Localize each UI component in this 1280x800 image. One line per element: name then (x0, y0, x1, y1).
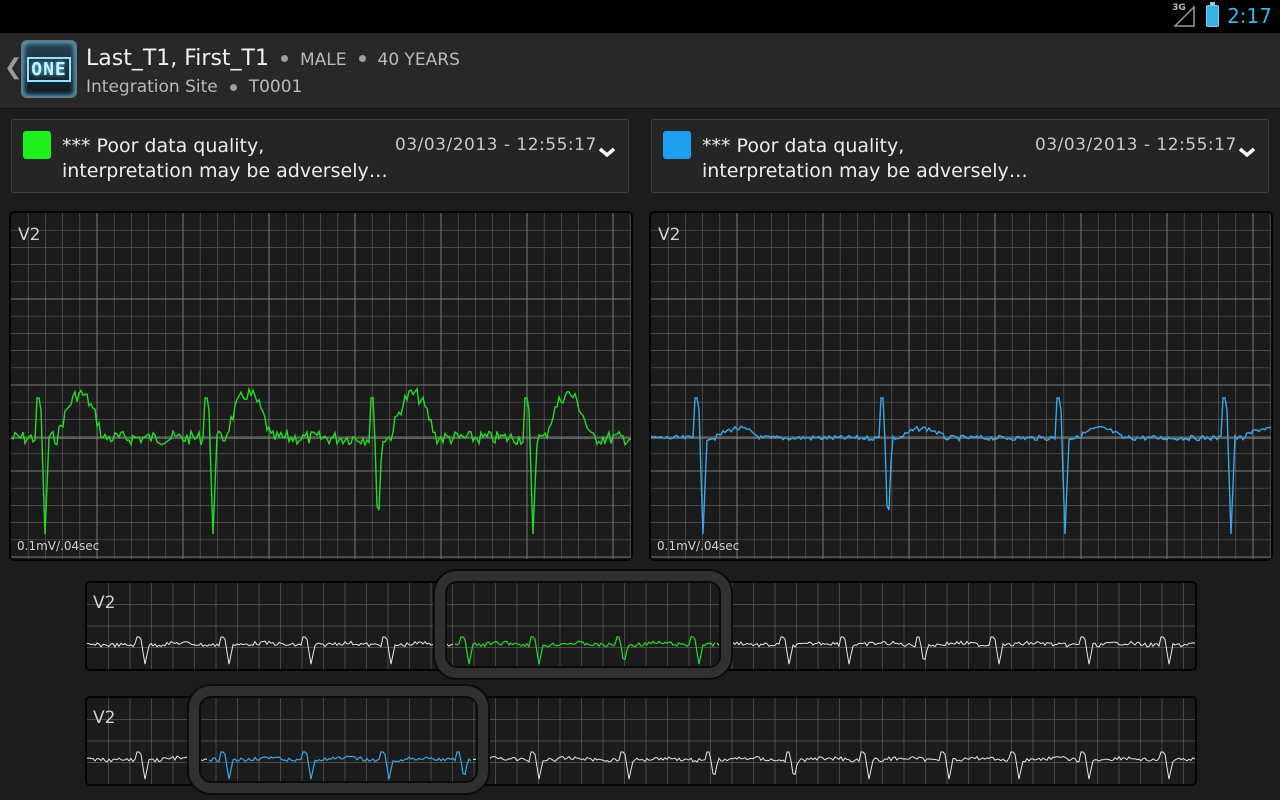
clock: 2:17 (1227, 4, 1272, 28)
record-color-swatch (23, 131, 51, 159)
ecg-waveform-panel-green[interactable]: V2 0.1mV/.04sec (9, 211, 633, 561)
separator-dot (358, 55, 366, 62)
statement-line-1: *** Poor data quality, (702, 135, 905, 157)
back-chevron-icon[interactable]: ❮ (4, 55, 22, 80)
interpretation-statement: *** Poor data quality, interpretation ma… (62, 134, 392, 184)
ecg-trace (651, 397, 1271, 535)
chevron-down-icon[interactable] (1238, 145, 1256, 159)
ecg-record-card-2[interactable]: *** Poor data quality, interpretation ma… (651, 119, 1269, 193)
separator-dot (229, 83, 237, 91)
patient-age: 40 YEARS (377, 50, 460, 70)
lead-label: V2 (93, 708, 116, 728)
signal-icon: 3G (1172, 3, 1198, 28)
chevron-down-icon[interactable] (598, 145, 616, 159)
record-timestamp: 03/03/2013 - 12:55:17 (395, 135, 597, 155)
site-name: Integration Site (86, 77, 218, 97)
app-logo[interactable]: ONE (21, 40, 77, 98)
ecg-trace (11, 386, 631, 535)
patient-name: Last_T1, First_T1 (86, 46, 269, 71)
ecg-waveform (11, 213, 631, 559)
interpretation-statement: *** Poor data quality, interpretation ma… (702, 134, 1032, 184)
action-bar: ❮ ONE Last_T1, First_T1 MALE 40 YEARS In… (0, 33, 1280, 109)
ecg-trace (716, 636, 1195, 665)
logo-text: ONE (27, 56, 71, 82)
record-color-swatch (663, 131, 691, 159)
ecg-record-card-1[interactable]: *** Poor data quality, interpretation ma… (11, 119, 629, 193)
lead-label: V2 (658, 225, 681, 245)
patient-id: T0001 (248, 77, 303, 97)
statement-line-2: interpretation may be adversely… (62, 160, 388, 182)
ecg-trace (87, 636, 454, 665)
battery-icon (1206, 2, 1220, 27)
scale-label: 0.1mV/.04sec (657, 539, 740, 553)
statement-line-1: *** Poor data quality, (62, 135, 265, 157)
strip-selection-window[interactable] (435, 571, 731, 678)
status-bar: 3G 2:17 (0, 0, 1280, 33)
ecg-waveform-panel-blue[interactable]: V2 0.1mV/.04sec (649, 211, 1273, 561)
lead-label: V2 (18, 225, 41, 245)
ecg-waveform (651, 213, 1271, 559)
statement-line-2: interpretation may be adversely… (702, 160, 1028, 182)
separator-dot (280, 55, 288, 62)
strip-selection-window[interactable] (189, 686, 488, 793)
record-timestamp: 03/03/2013 - 12:55:17 (1035, 135, 1237, 155)
patient-sex: MALE (299, 50, 347, 70)
lead-label: V2 (93, 593, 116, 613)
scale-label: 0.1mV/.04sec (17, 539, 100, 553)
